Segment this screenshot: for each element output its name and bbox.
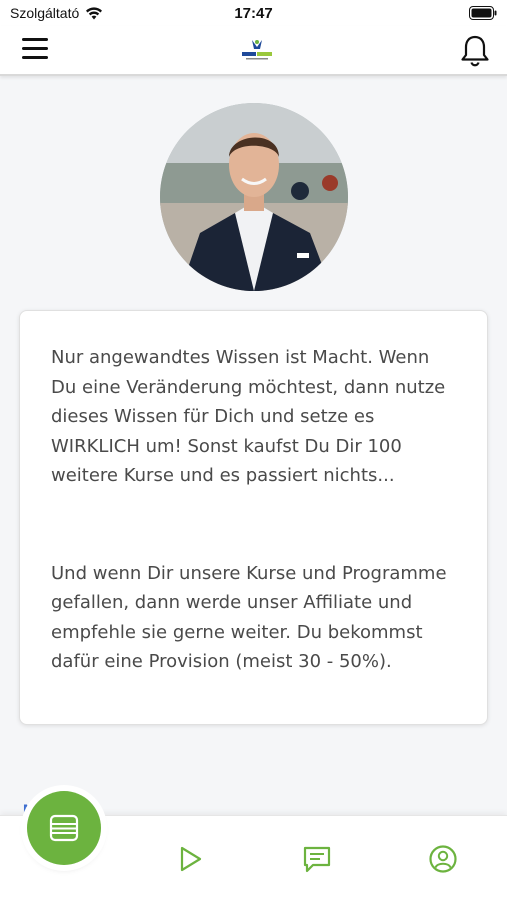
motivation-card: Nur angewandtes Wissen ist Macht. Wenn D… (19, 310, 488, 725)
profile-icon[interactable] (428, 844, 458, 874)
app-header (0, 26, 507, 76)
clock: 17:47 (234, 5, 273, 22)
hamburger-menu-icon[interactable] (22, 38, 48, 62)
battery-icon (469, 6, 497, 20)
card-paragraph-1: Nur angewandtes Wissen ist Macht. Wenn D… (51, 347, 446, 486)
avatar-image (160, 103, 348, 291)
chat-icon[interactable] (302, 844, 332, 874)
play-icon[interactable] (175, 844, 205, 874)
courses-list-icon (49, 814, 79, 842)
card-paragraph-2: Und wenn Dir unsere Kurse und Programme … (51, 562, 447, 673)
status-bar: Szolgáltató 17:47 (0, 0, 507, 26)
app-logo (242, 40, 272, 60)
coach-avatar (160, 103, 348, 291)
bell-icon[interactable] (459, 34, 491, 68)
courses-list-button[interactable] (27, 791, 101, 865)
